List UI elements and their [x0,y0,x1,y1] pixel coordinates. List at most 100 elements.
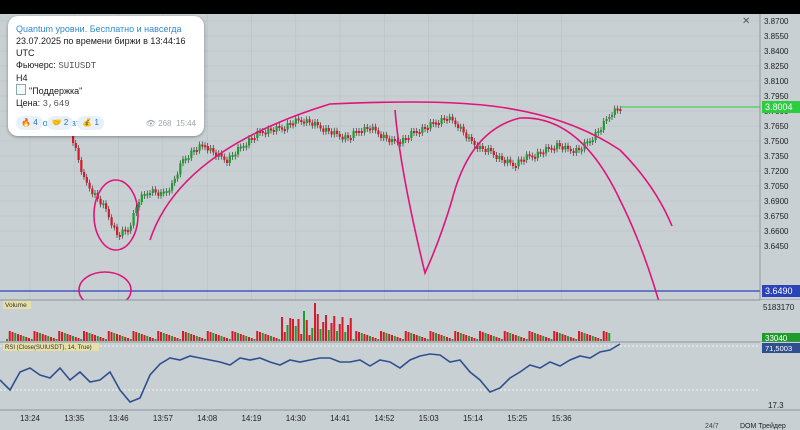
telegram-message-card[interactable]: Quantum уровни. Бесплатно и навсегда 23.… [8,16,204,136]
candle-body [468,137,471,139]
volume-bar [396,337,399,341]
volume-bar [550,339,553,341]
volume-bar [589,335,591,341]
price-label: Цена: [16,98,41,108]
candle-body [209,148,212,151]
volume-bar [316,314,319,341]
candle-body [333,130,336,135]
message-time: 15:44 [175,119,196,128]
volume-bar [217,335,220,341]
reaction-handshake[interactable]: 🤝 2 [46,116,74,130]
volume-bar [509,333,512,341]
candle-body [182,159,185,164]
candle-body [520,159,523,162]
volume-bar [594,337,597,341]
volume-bar [545,337,547,341]
volume-bar [61,332,63,341]
candle-body [429,122,432,129]
volume-bar [66,334,69,341]
candle-body [264,132,267,135]
volume-bar [242,335,245,341]
volume-bar [457,332,459,341]
volume-bar [231,331,234,341]
time-tick-label: 14:08 [197,414,218,423]
volume-bar [294,326,297,341]
candle-body [242,146,245,148]
volume-bar [319,329,322,341]
current-price-label: 3.8004 [765,102,793,112]
candle-body [168,190,171,193]
price-tick-label: 3.6750 [764,212,789,221]
reaction-money-bag[interactable]: 💰 1 [77,116,104,130]
volume-bar [591,336,594,341]
candle-body [162,191,165,194]
volume-bar [151,338,154,341]
candle-body [580,149,583,152]
price-tick-label: 3.8700 [764,17,789,26]
volume-bar [341,317,344,341]
volume-bar [173,337,176,341]
volume-bar [253,339,256,341]
candle-body [534,156,537,159]
candle-body [528,154,531,157]
volume-bar [248,337,250,341]
candle-body [173,178,176,183]
candle-body [294,118,297,124]
volume-bar [443,336,446,341]
candle-body [369,128,372,131]
candle-body [613,108,616,115]
candle-body [154,189,157,193]
volume-bar [369,336,371,341]
volume-bar [454,331,457,341]
volume-bar [600,339,602,341]
volume-bar [534,333,536,341]
volume-bar [91,334,94,341]
candle-body [327,128,330,132]
candle-body [261,131,264,133]
volume-bar [88,333,91,341]
volume-bar [437,334,440,341]
dom-trader-label[interactable]: DOM Трейдер [740,422,786,430]
reactions-row: 🔥 4 🤝 2 💰 1 [16,116,104,130]
volume-bar [160,332,162,341]
volume-bar [281,317,283,341]
candle-body [462,126,465,133]
candle-body [91,188,94,195]
candle-body [149,193,152,195]
candle-body [292,123,295,126]
message-title[interactable]: Quantum уровни. Бесплатно и навсегда [16,23,204,35]
candle-body [611,115,614,117]
volume-bar [11,332,14,341]
volume-bar [514,335,517,341]
message-timeframe: H4 [16,73,28,83]
time-tick-label: 13:57 [153,414,174,423]
volume-bar [28,338,30,341]
candle-body [311,122,314,126]
volume-bar [261,333,264,341]
volume-bar [492,336,495,341]
candle-body [206,146,209,151]
message-meta: 👁 268 15:44 [146,118,196,130]
close-window-icon[interactable]: ✕ [742,16,750,27]
candle-body [85,177,88,183]
volume-bar [424,338,426,341]
candle-body [127,230,130,233]
volume-bar [465,335,468,341]
candle-body [105,203,108,209]
volume-bar [223,337,226,341]
volume-bar [536,334,539,341]
volume-bar [74,337,77,341]
candle-body [553,148,556,151]
volume-bar [99,337,102,341]
volume-bar [187,333,190,341]
volume-bar [567,336,569,341]
message-level-row: "Поддержка" [16,84,204,97]
volume-bar [19,335,22,341]
candle-body [212,148,215,153]
volume-bar [272,337,275,341]
volume-bar [481,332,484,341]
candle-body [248,138,251,146]
reaction-fire[interactable]: 🔥 4 [16,116,43,130]
volume-bar [517,336,520,341]
fire-icon: 🔥 [21,118,31,127]
